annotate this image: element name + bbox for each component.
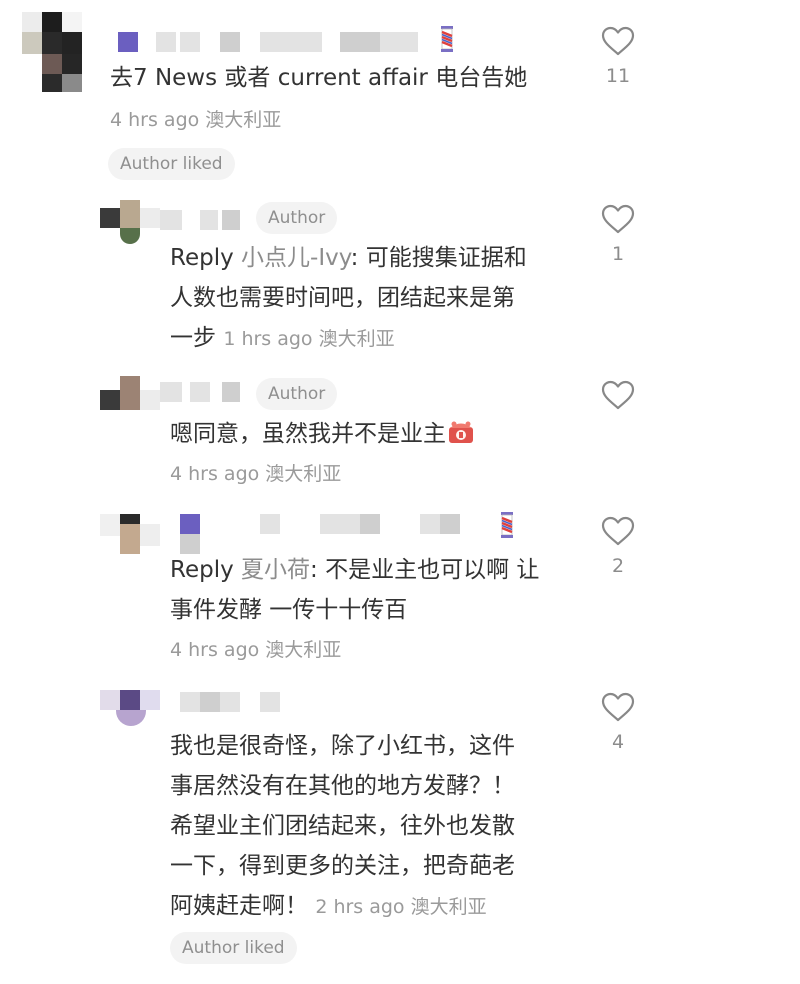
- author-tag: Author: [256, 202, 338, 234]
- like-button[interactable]: 2: [598, 516, 638, 576]
- comment-line-5: 阿姨赶走啊！ 2 hrs ago 澳大利亚: [170, 886, 487, 927]
- author-liked-badge: Author liked: [170, 932, 297, 964]
- comment-body: 嗯同意，虽然我并不是业主: [170, 421, 446, 447]
- comment-meta: 4 hrs ago 澳大利亚: [110, 109, 282, 131]
- comment-meta: 4 hrs ago 澳大利亚: [170, 639, 342, 661]
- like-count: 11: [605, 65, 631, 87]
- avatar[interactable]: [100, 376, 162, 420]
- reply-line-1: Reply 夏小荷: 不是业主也可以啊 让: [170, 550, 539, 590]
- reply-text: : 不是业主也可以啊 让: [310, 557, 540, 583]
- username[interactable]: [180, 692, 300, 712]
- like-button[interactable]: 1: [598, 204, 638, 264]
- red-envelope-emoji-icon: [446, 418, 476, 444]
- like-count: 2: [611, 555, 625, 577]
- author-tag: Author: [256, 378, 338, 410]
- avatar[interactable]: [100, 514, 162, 554]
- reply-line-1: Reply 小点儿-Ivy: 可能搜集证据和: [170, 238, 527, 278]
- reply-target[interactable]: 小点儿-Ivy: [241, 245, 351, 271]
- heart-outline-icon: [598, 204, 638, 234]
- like-button[interactable]: 11: [598, 26, 638, 86]
- reply-label: Reply: [170, 245, 234, 271]
- username[interactable]: [160, 382, 250, 402]
- comment-line-2: 事居然没有在其他的地方发酵？！: [170, 773, 515, 799]
- barber-pole-badge-icon: [440, 26, 454, 52]
- username[interactable]: [160, 210, 250, 230]
- avatar[interactable]: [100, 200, 162, 244]
- comment-line-1: 我也是很奇怪，除了小红书，这件: [170, 733, 515, 759]
- reply-line-2: 事件发酵 一传十十传百: [170, 597, 408, 623]
- reply-text: : 可能搜集证据和: [350, 245, 527, 271]
- comment-line-3: 希望业主们团结起来，往外也发散: [170, 813, 515, 839]
- barber-pole-badge-icon: [500, 512, 514, 538]
- comment-text: 阿姨赶走啊！: [170, 893, 308, 919]
- reply-line-3: 一步 1 hrs ago 澳大利亚: [170, 318, 395, 359]
- comment-meta: 1 hrs ago 澳大利亚: [223, 328, 395, 350]
- comment-line-4: 一下，得到更多的关注，把奇葩老: [170, 853, 515, 879]
- heart-outline-icon: [598, 692, 638, 722]
- username[interactable]: [118, 32, 418, 52]
- reply-target[interactable]: 夏小荷: [241, 557, 310, 583]
- comment-text: 嗯同意，虽然我并不是业主: [170, 414, 476, 454]
- username[interactable]: [180, 514, 520, 554]
- like-count: 1: [611, 243, 625, 265]
- avatar[interactable]: [100, 690, 162, 730]
- heart-outline-icon: [598, 516, 638, 546]
- like-button[interactable]: 4: [598, 692, 638, 752]
- heart-outline-icon: [598, 380, 638, 410]
- comment-meta: 4 hrs ago 澳大利亚: [170, 463, 342, 485]
- like-count: 4: [611, 731, 625, 753]
- reply-label: Reply: [170, 557, 234, 583]
- heart-outline-icon: [598, 26, 638, 56]
- like-button[interactable]: [598, 380, 638, 420]
- reply-text: 一步: [170, 325, 216, 351]
- reply-line-2: 人数也需要时间吧，团结起来是第: [170, 285, 515, 311]
- avatar[interactable]: [22, 12, 84, 92]
- comment-meta: 2 hrs ago 澳大利亚: [315, 896, 487, 918]
- comment-text: 去7 News 或者 current affair 电台告她: [110, 65, 528, 91]
- author-liked-badge: Author liked: [108, 148, 235, 180]
